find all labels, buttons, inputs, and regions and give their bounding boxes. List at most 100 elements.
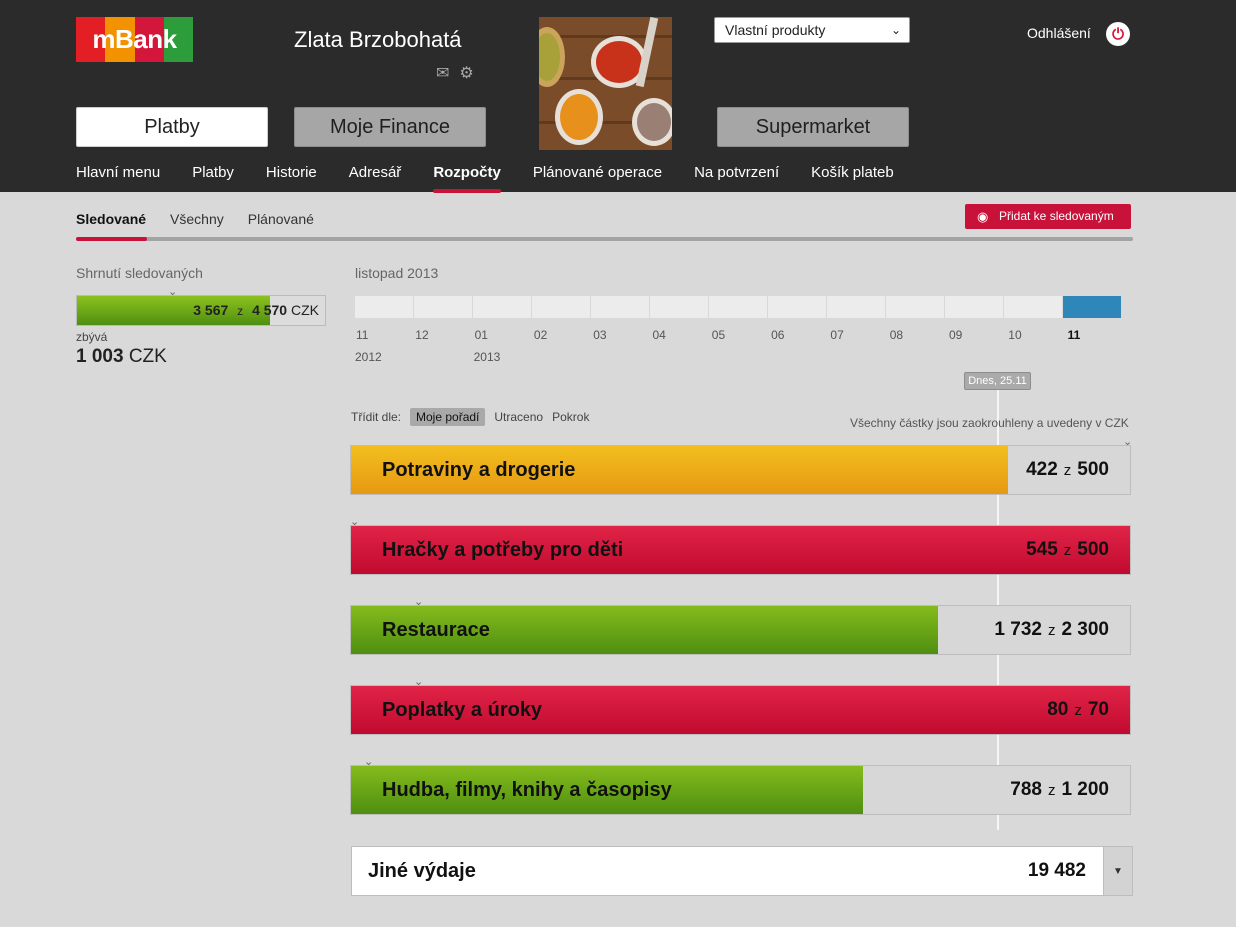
timeline-month-cell[interactable] (1004, 296, 1062, 318)
chevron-down-icon: ⌄ (414, 596, 424, 608)
timeline-month-cell[interactable] (945, 296, 1003, 318)
chevron-down-icon: ⌄ (350, 516, 360, 528)
timeline-month-label: 05 (711, 328, 726, 342)
power-icon[interactable]: ⏻ (1106, 22, 1130, 46)
nav-item-pending-confirmation[interactable]: Na potvrzení (694, 164, 779, 189)
tab-tracked[interactable]: Sledované (76, 211, 146, 227)
chevron-down-icon: ⌄ (414, 676, 424, 688)
add-to-tracked-button[interactable]: ◉ Přidat ke sledovaným (965, 204, 1131, 229)
timeline-month-cell[interactable] (473, 296, 531, 318)
summary-currency: CZK (291, 302, 319, 318)
logout-link[interactable]: Odhlášení (1027, 23, 1091, 43)
mail-icon[interactable]: ✉ (436, 66, 449, 82)
tab-planned[interactable]: Plánované (248, 211, 314, 227)
budget-name: Potraviny a drogerie (382, 459, 576, 481)
chevron-down-icon[interactable]: ▼ (1103, 847, 1132, 895)
timeline-month-cell[interactable] (827, 296, 885, 318)
header: mBank Zlata Brzobohatá ✉ ⚙ Vlastní produ… (0, 0, 1236, 193)
summary-sep: z (237, 304, 244, 318)
timeline-month-cell[interactable] (768, 296, 826, 318)
supermarket-button[interactable]: Supermarket (717, 107, 909, 147)
timeline-year-label: 2013 (473, 350, 501, 364)
budget-name: Hudba, filmy, knihy a časopisy (382, 779, 672, 801)
payments-button[interactable]: Platby (76, 107, 268, 147)
budget-name: Hračky a potřeby pro děti (382, 539, 624, 561)
subtabs-underline (76, 237, 1133, 241)
budget-limit: 70 (1087, 699, 1109, 720)
sort-spent[interactable]: Utraceno (494, 410, 543, 424)
today-badge: Dnes, 25.11 (964, 372, 1031, 390)
timeline-month-label: 08 (889, 328, 904, 342)
timeline-month-label: 12 (415, 328, 429, 342)
user-name: Zlata Brzobohatá (294, 27, 462, 52)
nav-item-budgets[interactable]: Rozpočty (433, 164, 501, 193)
timeline-month-cell[interactable] (532, 296, 590, 318)
mbank-logo[interactable]: mBank (76, 17, 193, 62)
remaining-value: 1 003 CZK (76, 346, 167, 368)
remaining-amount: 1 003 (76, 346, 124, 367)
budget-sep: z (1047, 782, 1056, 799)
timeline-month-cell[interactable] (886, 296, 944, 318)
other-expenses-name: Jiné výdaje (368, 860, 476, 882)
nav-item-history[interactable]: Historie (266, 164, 317, 189)
nav-item-payments[interactable]: Platby (192, 164, 234, 189)
nav-item-planned-operations[interactable]: Plánované operace (533, 164, 662, 189)
budget-sep: z (1047, 622, 1056, 639)
budget-spent: 80 (1047, 699, 1069, 720)
sort-my-order[interactable]: Moje pořadí (410, 408, 486, 426)
budget-sep: z (1063, 462, 1072, 479)
budget-row[interactable]: Hračky a potřeby pro děti 545 z 500 (350, 525, 1131, 575)
my-finance-button[interactable]: Moje Finance (294, 107, 486, 147)
logo-text: mBank (92, 24, 177, 54)
budget-amount: 545 z 500 (1026, 526, 1109, 575)
timeline-month-label: 09 (949, 328, 963, 342)
budget-limit: 2 300 (1061, 619, 1109, 640)
product-select[interactable]: Vlastní produkty ⌄ (714, 17, 910, 43)
active-tab-indicator (76, 237, 147, 241)
gear-icon[interactable]: ⚙ (459, 66, 473, 82)
budget-amount: 80 z 70 (1047, 686, 1109, 735)
summary-progress-bar: 3 567 z 4 570 CZK (76, 295, 326, 326)
month-timeline (355, 296, 1122, 318)
nav-item-payment-cart[interactable]: Košík plateb (811, 164, 894, 189)
summary-label: Shrnutí sledovaných (76, 265, 203, 281)
budget-row[interactable]: Poplatky a úroky 80 z 70 (350, 685, 1131, 735)
summary-total: 4 570 (252, 302, 288, 318)
spices-illustration (539, 17, 672, 150)
timeline-month-label: 11 (1067, 328, 1081, 342)
budget-sep: z (1074, 702, 1082, 719)
timeline-month-cell[interactable] (414, 296, 472, 318)
timeline-month-cell[interactable] (591, 296, 649, 318)
remaining-currency: CZK (128, 346, 167, 367)
timeline-month-label: 10 (1008, 328, 1022, 342)
timeline-month-label: 11 (356, 328, 369, 342)
budget-row[interactable]: Hudba, filmy, knihy a časopisy 788 z 1 200 (350, 765, 1131, 815)
budget-spent: 788 (1010, 779, 1042, 800)
nav-item-address-book[interactable]: Adresář (349, 164, 402, 189)
budget-name: Poplatky a úroky (382, 699, 543, 721)
add-to-tracked-label: Přidat ke sledovaným (999, 209, 1114, 223)
user-icons: ✉ ⚙ (436, 66, 474, 82)
budget-name: Restaurace (382, 619, 490, 641)
sort-options: Třídit dle: Moje pořadí Utraceno Pokrok (351, 408, 598, 426)
timeline-month-cell[interactable] (1063, 296, 1121, 318)
timeline-month-label: 04 (652, 328, 666, 342)
timeline-month-cell[interactable] (650, 296, 708, 318)
sort-progress[interactable]: Pokrok (552, 410, 589, 424)
other-expenses-row[interactable]: Jiné výdaje 19 482 ▼ (351, 846, 1133, 896)
timeline-year-label: 2012 (355, 350, 382, 364)
eye-icon: ◉ (977, 209, 989, 224)
tab-all[interactable]: Všechny (170, 211, 224, 227)
summary-spent: 3 567 (193, 302, 229, 318)
budget-sep: z (1063, 542, 1072, 559)
remaining-label: zbývá (76, 330, 108, 344)
timeline-month-label: 01 (474, 328, 488, 342)
budget-row[interactable]: Restaurace 1 732 z 2 300 (350, 605, 1131, 655)
budget-limit: 1 200 (1061, 779, 1109, 800)
nav-item-main-menu[interactable]: Hlavní menu (76, 164, 160, 189)
timeline-month-cell[interactable] (709, 296, 767, 318)
budget-row[interactable]: Potraviny a drogerie 422 z 500 (350, 445, 1131, 495)
timeline-month-cell[interactable] (355, 296, 413, 318)
budget-limit: 500 (1077, 539, 1109, 560)
main-nav: Hlavní menu Platby Historie Adresář Rozp… (76, 164, 926, 193)
